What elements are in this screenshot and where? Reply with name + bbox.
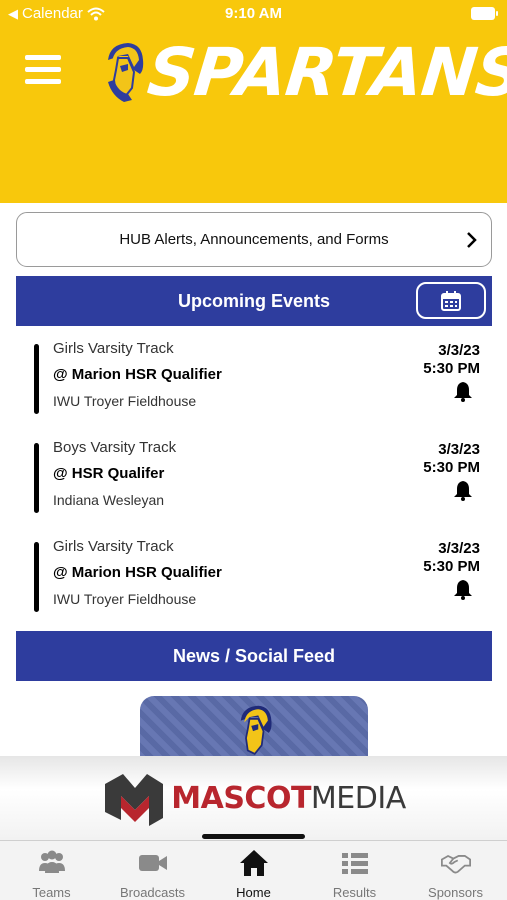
spartan-helmet-logo bbox=[108, 43, 144, 102]
tab-broadcasts[interactable]: Broadcasts bbox=[102, 841, 203, 900]
hub-alerts-label: HUB Alerts, Announcements, and Forms bbox=[119, 231, 389, 248]
event-item[interactable]: Girls Varsity Track @ Marion HSR Qualifi… bbox=[16, 340, 492, 428]
upcoming-events-header: Upcoming Events bbox=[16, 276, 492, 326]
event-venue: Indiana Wesleyan bbox=[53, 492, 165, 508]
sponsor-name-part1: MASCOT bbox=[171, 780, 311, 816]
bell-icon[interactable] bbox=[452, 578, 474, 600]
calendar-icon bbox=[441, 290, 461, 311]
event-venue: IWU Troyer Fieldhouse bbox=[53, 393, 197, 409]
home-indicator bbox=[202, 834, 305, 839]
event-time: 5:30 PM bbox=[423, 360, 480, 377]
event-sport: Girls Varsity Track bbox=[53, 340, 174, 357]
event-venue: IWU Troyer Fieldhouse bbox=[53, 591, 197, 607]
news-feed-header: News / Social Feed bbox=[16, 631, 492, 681]
event-accent-bar bbox=[34, 443, 39, 513]
tab-teams[interactable]: Teams bbox=[1, 841, 102, 900]
event-item[interactable]: Boys Varsity Track @ HSR Qualifer Indian… bbox=[16, 439, 492, 527]
hamburger-menu-button[interactable] bbox=[25, 55, 61, 85]
bell-icon[interactable] bbox=[452, 479, 474, 501]
bottom-tab-bar: Teams Broadcasts Home Results Sponsors bbox=[0, 840, 507, 900]
team-header: ◀ Calendar 9:10 AM SPARTANS bbox=[0, 0, 507, 203]
battery-icon bbox=[471, 7, 498, 20]
house-icon bbox=[239, 850, 268, 876]
event-opponent: @ Marion HSR Qualifier bbox=[53, 366, 222, 383]
hub-alerts-button[interactable]: HUB Alerts, Announcements, and Forms bbox=[16, 212, 492, 267]
list-icon bbox=[341, 853, 368, 874]
bell-icon[interactable] bbox=[452, 380, 474, 402]
clock: 9:10 AM bbox=[225, 5, 282, 22]
event-sport: Girls Varsity Track bbox=[53, 538, 174, 555]
event-date: 3/3/23 bbox=[438, 342, 480, 359]
tab-results[interactable]: Results bbox=[304, 841, 405, 900]
spartan-helmet-logo bbox=[240, 705, 272, 755]
event-accent-bar bbox=[34, 344, 39, 414]
team-name-wordmark: SPARTANS bbox=[144, 34, 507, 111]
upcoming-events-title: Upcoming Events bbox=[177, 290, 331, 311]
event-date: 3/3/23 bbox=[438, 441, 480, 458]
sponsor-name-part2: MEDIA bbox=[310, 780, 406, 816]
event-opponent: @ HSR Qualifer bbox=[53, 465, 165, 482]
tab-home[interactable]: Home bbox=[203, 841, 304, 900]
event-sport: Boys Varsity Track bbox=[53, 439, 177, 456]
calendar-button[interactable] bbox=[416, 282, 486, 319]
video-camera-icon bbox=[138, 855, 167, 871]
event-accent-bar bbox=[34, 542, 39, 612]
news-feed-title: News / Social Feed bbox=[172, 645, 336, 666]
people-icon bbox=[38, 850, 65, 873]
tab-label: Home bbox=[236, 885, 271, 900]
event-time: 5:30 PM bbox=[423, 558, 480, 575]
tab-label: Teams bbox=[32, 885, 71, 900]
handshake-icon bbox=[440, 854, 471, 874]
tab-sponsors[interactable]: Sponsors bbox=[405, 841, 506, 900]
tab-label: Results bbox=[332, 885, 377, 900]
sponsor-banner[interactable]: MASCOT MEDIA bbox=[0, 756, 507, 840]
event-item[interactable]: Girls Varsity Track @ Marion HSR Qualifi… bbox=[16, 538, 492, 626]
status-bar: ◀ Calendar 9:10 AM bbox=[0, 0, 507, 28]
tab-label: Sponsors bbox=[428, 885, 483, 900]
event-time: 5:30 PM bbox=[423, 459, 480, 476]
app-screen: ◀ Calendar 9:10 AM SPARTANS HUB Alerts, … bbox=[0, 0, 507, 900]
event-opponent: @ Marion HSR Qualifier bbox=[53, 564, 222, 581]
mascot-media-logo bbox=[105, 774, 164, 826]
event-date: 3/3/23 bbox=[438, 540, 480, 557]
tab-label: Broadcasts bbox=[119, 885, 186, 900]
chevron-right-icon bbox=[467, 232, 477, 248]
